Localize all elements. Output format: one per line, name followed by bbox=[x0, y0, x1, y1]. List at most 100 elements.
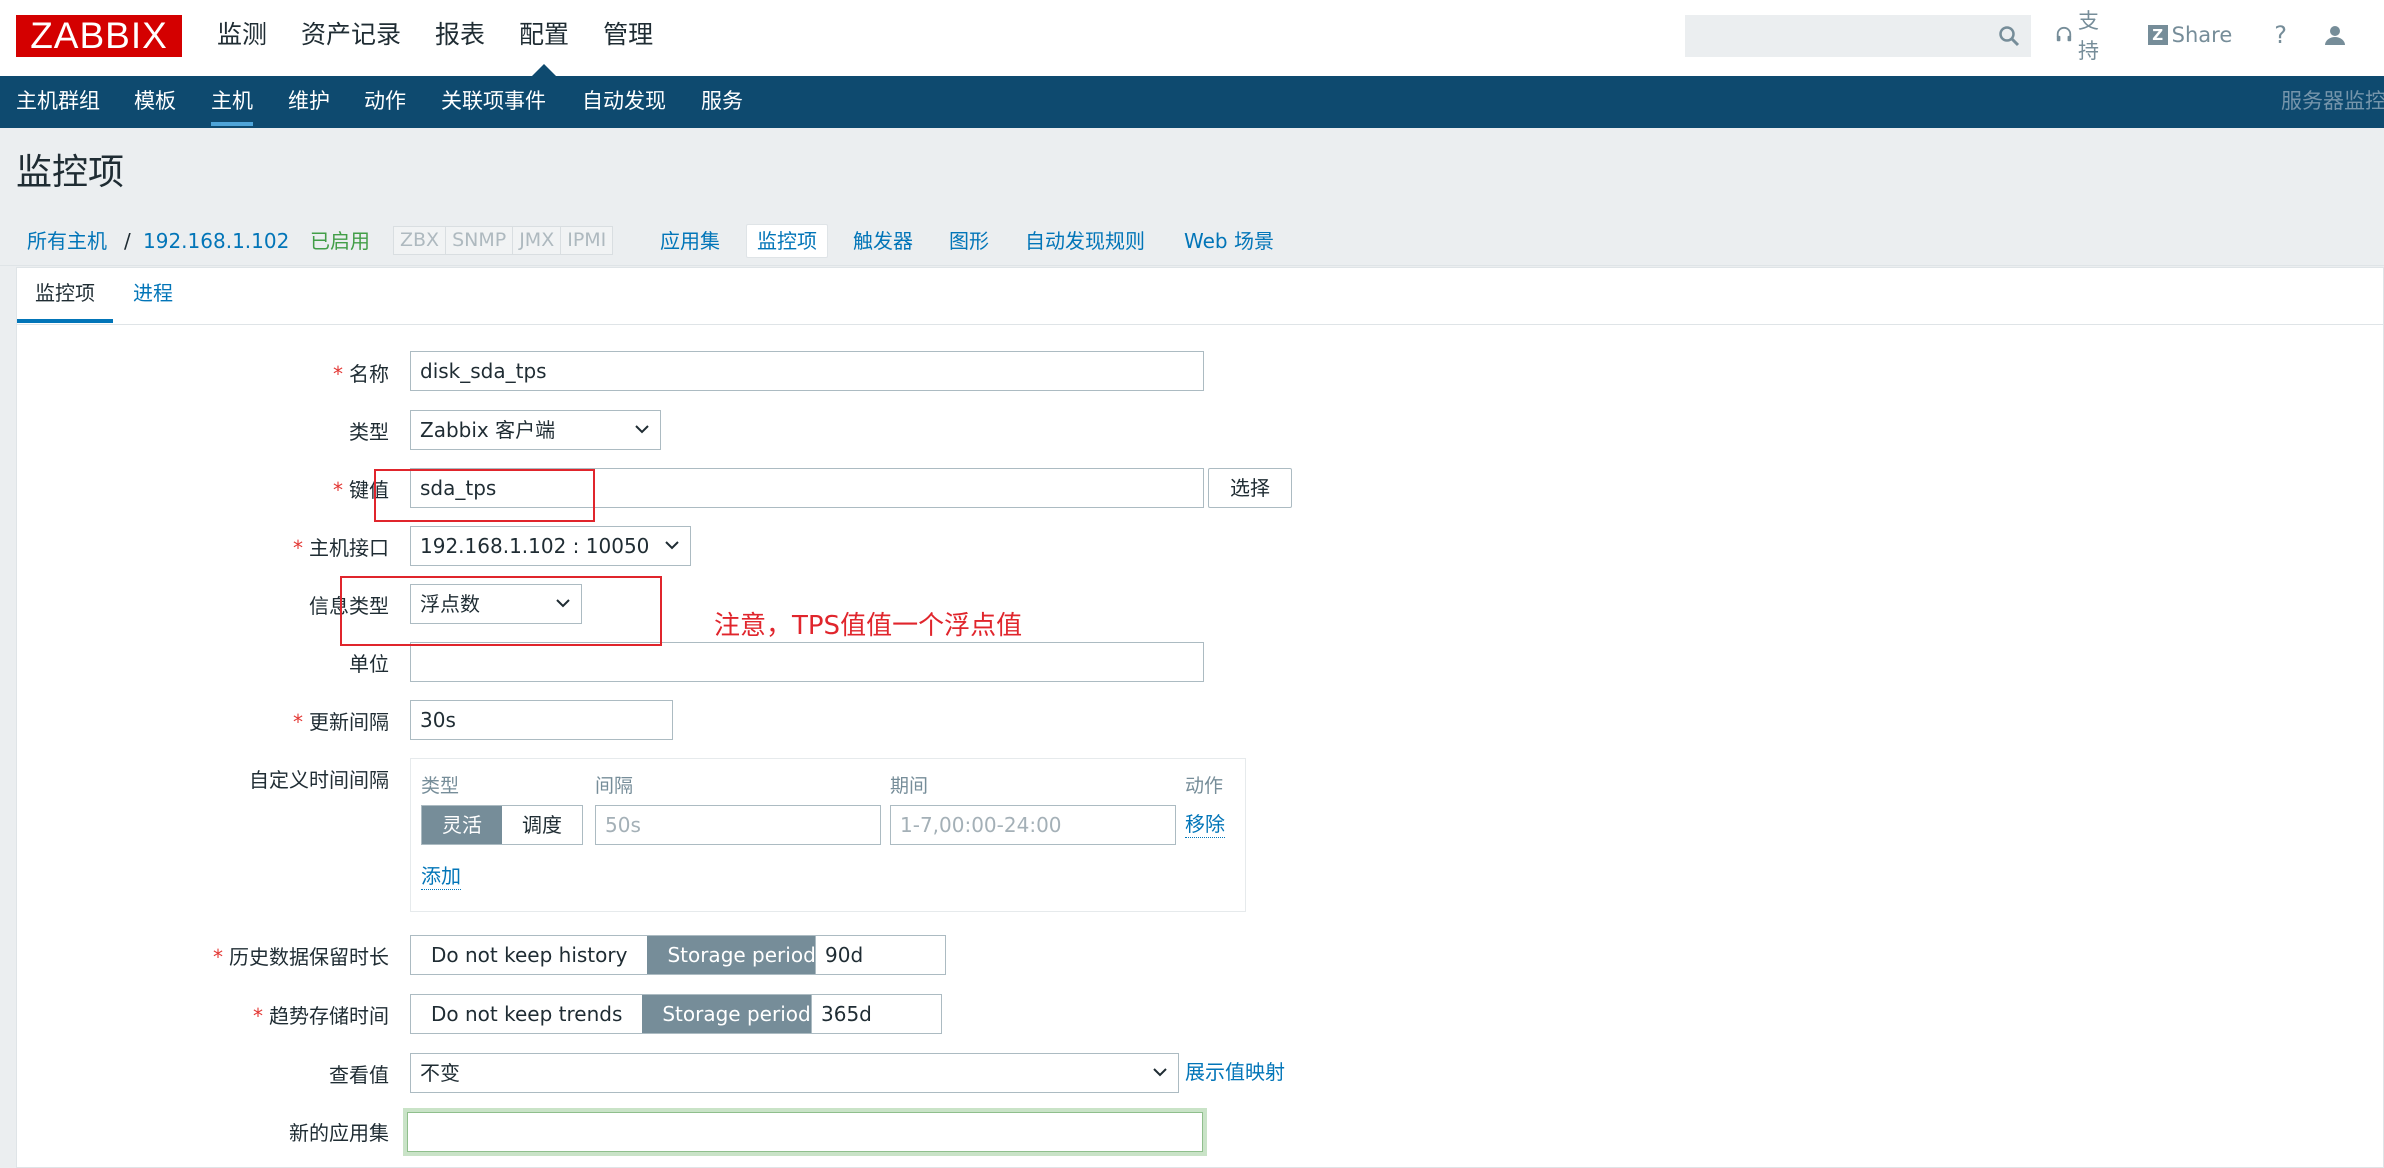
subnav-hosts[interactable]: 主机 bbox=[211, 76, 253, 128]
units-label: 单位 bbox=[349, 652, 389, 676]
annotation-note: 注意，TPS值值一个浮点值 bbox=[714, 611, 1023, 641]
valuemap-label: 查看值 bbox=[329, 1063, 389, 1087]
tag-ipmi: IPMI bbox=[567, 229, 607, 251]
mode-scheduling[interactable]: 调度 bbox=[502, 806, 582, 844]
update-interval-label: * 更新间隔 bbox=[293, 710, 389, 734]
top-header: ZABBIX 监测 资产记录 报表 配置 管理 支持 Z Share ? bbox=[0, 0, 2384, 76]
server-monitor-label: 服务器监控 bbox=[2281, 89, 2384, 113]
history-label: * 历史数据保留时长 bbox=[213, 945, 389, 969]
crumb-items[interactable]: 监控项 bbox=[746, 224, 828, 258]
tab-preprocessing[interactable]: 进程 bbox=[133, 280, 173, 306]
subnav-discovery[interactable]: 自动发现 bbox=[582, 76, 666, 128]
crumb-graphs[interactable]: 图形 bbox=[949, 228, 989, 254]
valuemap-select[interactable]: 不变 bbox=[410, 1053, 1179, 1093]
top-links: 支持 Z Share ? bbox=[2055, 0, 2384, 70]
tag-jmx: JMX bbox=[513, 227, 562, 254]
add-interval-link[interactable]: 添加 bbox=[421, 863, 461, 890]
trends-do-not-keep[interactable]: Do not keep trends bbox=[411, 995, 642, 1033]
history-mode-toggle: Do not keep history Storage period bbox=[410, 935, 837, 975]
zabbix-logo[interactable]: ZABBIX bbox=[16, 15, 182, 57]
history-storage-period[interactable]: Storage period bbox=[647, 936, 836, 974]
search-box bbox=[1685, 15, 2031, 57]
period-input[interactable]: 1-7,00:00-24:00 bbox=[890, 805, 1176, 845]
subnav-host-groups[interactable]: 主机群组 bbox=[16, 76, 100, 128]
subnav-templates[interactable]: 模板 bbox=[134, 76, 176, 128]
share-link[interactable]: Z Share bbox=[2147, 23, 2233, 47]
host-status-enabled[interactable]: 已启用 bbox=[310, 228, 370, 254]
crumb-all-hosts[interactable]: 所有主机 bbox=[27, 228, 107, 254]
subnav-maintenance[interactable]: 维护 bbox=[288, 76, 330, 128]
menu-monitoring[interactable]: 监测 bbox=[200, 0, 284, 76]
crumb-web-scenarios[interactable]: Web 场景 bbox=[1184, 228, 1274, 254]
tag-snmp: SNMP bbox=[446, 227, 514, 254]
valuemap-select-value: 不变 bbox=[420, 1061, 460, 1085]
page-title: 监控项 bbox=[16, 152, 125, 193]
crumb-triggers[interactable]: 触发器 bbox=[853, 228, 913, 254]
subnav-actions[interactable]: 动作 bbox=[364, 76, 406, 128]
name-label: * 名称 bbox=[333, 362, 389, 386]
show-value-mappings-link[interactable]: 展示值映射 bbox=[1185, 1059, 1285, 1085]
subnav-services[interactable]: 服务 bbox=[701, 76, 743, 128]
history-period-input[interactable]: 90d bbox=[815, 935, 946, 975]
subnav-event-correlation[interactable]: 关联项事件 bbox=[441, 76, 546, 128]
col-interval-header: 间隔 bbox=[595, 775, 634, 797]
new-app-input-inner bbox=[407, 1112, 1203, 1152]
custom-intervals-table: 类型 间隔 期间 动作 灵活 调度 50s 1-7,00:00-24:00 移除… bbox=[410, 758, 1246, 912]
interface-select[interactable]: 192.168.1.102 : 10050 bbox=[410, 526, 691, 566]
crumb-host[interactable]: 192.168.1.102 bbox=[143, 228, 289, 254]
type-label: 类型 bbox=[349, 420, 389, 444]
chevron-down-icon bbox=[1153, 1068, 1167, 1077]
main-menu: 监测 资产记录 报表 配置 管理 bbox=[200, 0, 670, 76]
select-key-button[interactable]: 选择 bbox=[1208, 468, 1292, 508]
menu-administration[interactable]: 管理 bbox=[586, 0, 670, 76]
type-select[interactable]: Zabbix 客户端 bbox=[410, 410, 661, 450]
support-link[interactable]: 支持 bbox=[2055, 5, 2116, 65]
trends-label: * 趋势存储时间 bbox=[253, 1004, 389, 1028]
key-label: * 键值 bbox=[333, 478, 389, 502]
mode-flexible[interactable]: 灵活 bbox=[422, 806, 502, 844]
interval-input[interactable]: 50s bbox=[595, 805, 881, 845]
crumb-discovery-rules[interactable]: 自动发现规则 bbox=[1025, 228, 1145, 254]
type-select-value: Zabbix 客户端 bbox=[420, 418, 556, 442]
headset-icon bbox=[2056, 26, 2072, 42]
update-interval-input[interactable]: 30s bbox=[410, 700, 673, 740]
name-input[interactable]: disk_sda_tps bbox=[410, 351, 1204, 391]
menu-reports[interactable]: 报表 bbox=[418, 0, 502, 76]
menu-configuration[interactable]: 配置 bbox=[502, 0, 586, 76]
share-label: Share bbox=[2171, 23, 2233, 47]
interface-status-tags: ZBX SNMP JMX IPMI bbox=[393, 226, 614, 255]
item-form-panel: 监控项 进程 * 名称 disk_sda_tps 类型 Zabbix 客户端 * 键… bbox=[16, 267, 2384, 1168]
new-app-label: 新的应用集 bbox=[289, 1121, 389, 1145]
trends-mode-toggle: Do not keep trends Storage period bbox=[410, 994, 832, 1034]
menu-inventory[interactable]: 资产记录 bbox=[284, 0, 418, 76]
interval-mode-toggle: 灵活 调度 bbox=[421, 805, 583, 845]
breadcrumb: 所有主机 / 192.168.1.102 已启用 ZBX SNMP JMX IP… bbox=[0, 216, 2384, 266]
user-profile-link[interactable] bbox=[2323, 23, 2352, 47]
support-label: 支持 bbox=[2077, 9, 2099, 63]
trends-storage-period[interactable]: Storage period bbox=[642, 995, 831, 1033]
col-type-header: 类型 bbox=[421, 775, 460, 797]
form-tabs: 监控项 进程 bbox=[17, 268, 2383, 325]
crumb-separator: / bbox=[124, 229, 131, 253]
new-app-input[interactable] bbox=[403, 1108, 1207, 1156]
custom-intervals-label: 自定义时间间隔 bbox=[249, 768, 389, 792]
interface-select-value: 192.168.1.102 : 10050 bbox=[420, 534, 650, 558]
tab-item[interactable]: 监控项 bbox=[17, 280, 113, 323]
crumb-applications[interactable]: 应用集 bbox=[660, 228, 720, 254]
remove-interval-link[interactable]: 移除 bbox=[1185, 811, 1225, 838]
trends-period-input[interactable]: 365d bbox=[811, 994, 942, 1034]
annotation-key-box bbox=[374, 469, 595, 522]
units-input[interactable] bbox=[410, 642, 1204, 682]
search-icon[interactable] bbox=[1998, 25, 2020, 47]
help-link[interactable]: ? bbox=[2274, 21, 2287, 49]
tag-zbx: ZBX bbox=[394, 227, 447, 254]
chevron-down-icon bbox=[665, 541, 679, 550]
history-do-not-keep[interactable]: Do not keep history bbox=[411, 936, 647, 974]
chevron-down-icon bbox=[635, 425, 649, 434]
search-input[interactable] bbox=[1686, 16, 1976, 56]
help-icon: ? bbox=[2274, 21, 2287, 49]
info-type-label: 信息类型 bbox=[309, 594, 389, 618]
share-z-icon: Z bbox=[2147, 25, 2168, 45]
user-icon bbox=[2325, 26, 2345, 45]
interface-label: * 主机接口 bbox=[293, 536, 389, 560]
